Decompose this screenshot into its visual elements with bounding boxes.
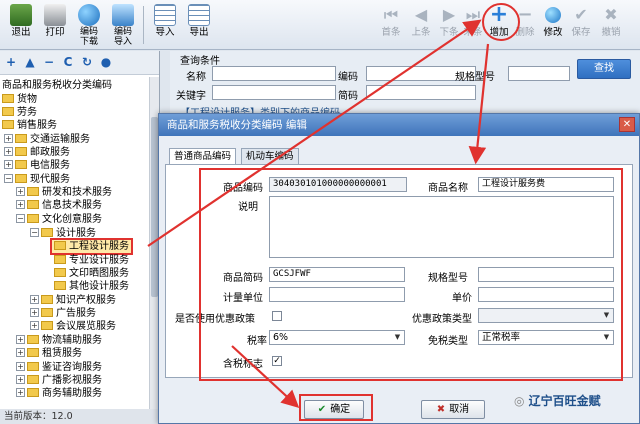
arrow-add-to-form	[468, 43, 490, 165]
annotation-arrows	[147, 19, 490, 408]
arrow-tree-to-add	[147, 19, 482, 247]
arrow-form-to-ok	[231, 345, 300, 408]
watermark: ◎ 辽宁百旺金赋	[514, 394, 601, 408]
wechat-icon: ◎	[514, 394, 529, 408]
